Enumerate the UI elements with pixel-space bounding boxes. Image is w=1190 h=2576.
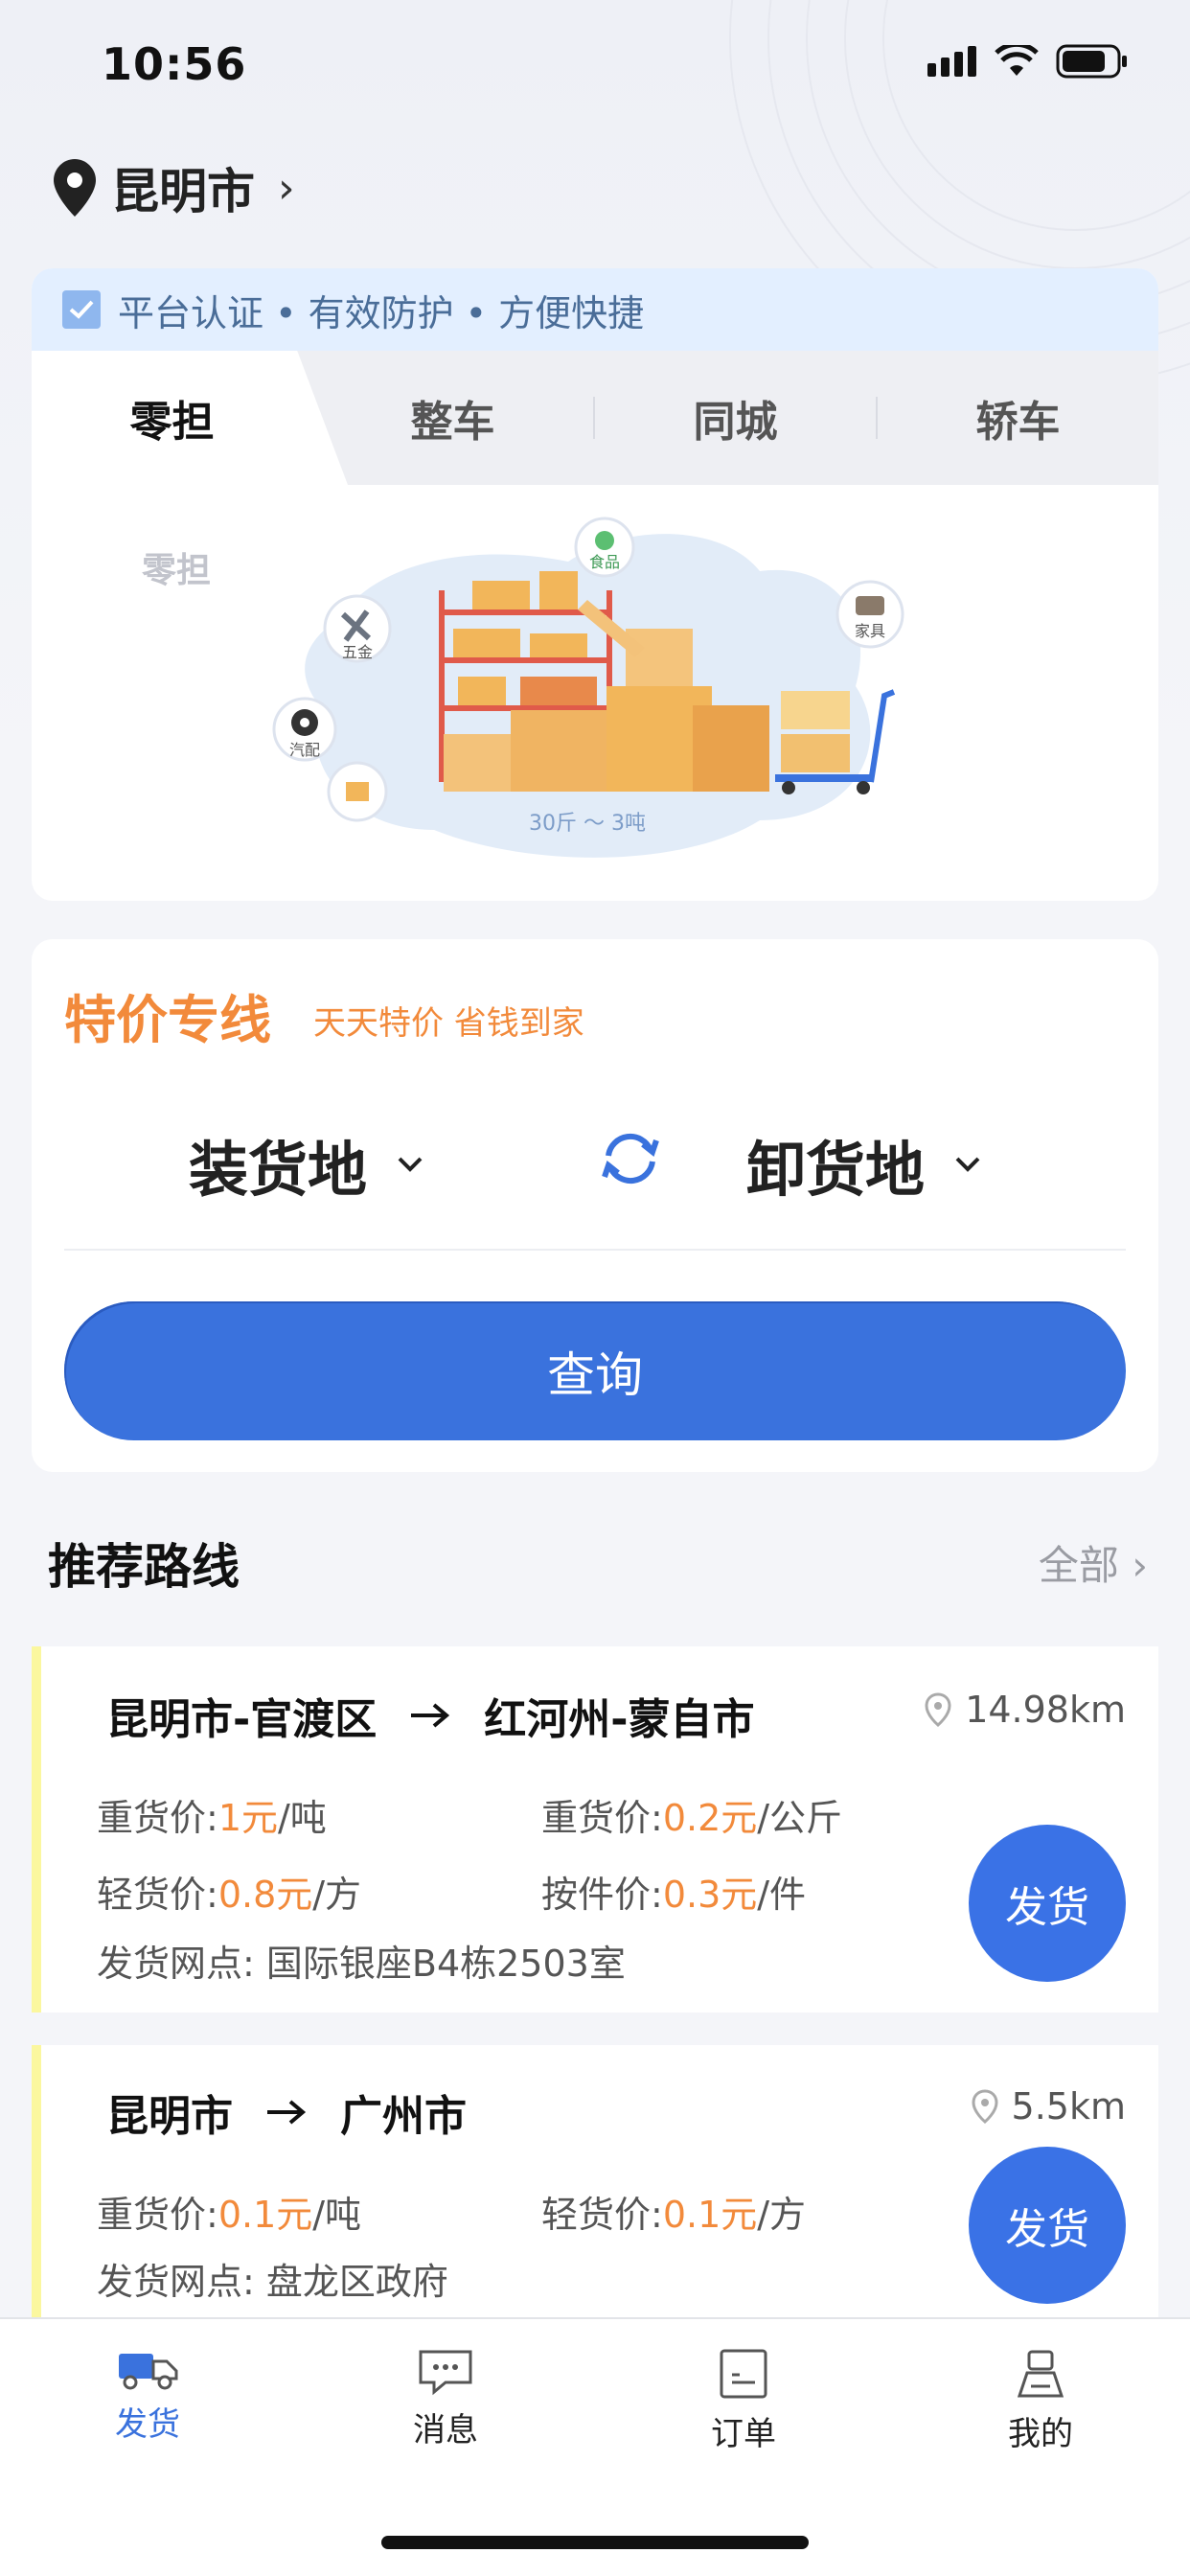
check-icon [62,290,101,329]
route-from: 昆明市-官渡区 [106,1695,378,1744]
tab-ship[interactable]: 发货 [52,2348,243,2445]
status-bar: 10:56 [0,0,1190,125]
certification-text: 平台认证 • 有效防护 • 方便快捷 [118,291,645,334]
tab-full-truck[interactable]: 整车 [312,351,593,485]
chevron-right-icon: › [278,163,295,213]
location-city: 昆明市 [111,164,255,219]
badge-furniture: 家具 [855,622,885,640]
chevron-down-icon [398,1157,423,1172]
tab-same-city[interactable]: 同城 [595,351,876,485]
home-indicator [381,2536,809,2549]
tab-ltl[interactable]: 零担 [32,351,312,485]
destination-picker[interactable]: 卸货地 [746,1121,982,1208]
special-line-card: 特价专线 天天特价 省钱到家 装货地 卸货地 查询 [32,939,1158,1472]
warehouse-illustration: 五金 汽配 食品 家具 30斤 ～ 3吨 [272,517,904,858]
app-screen: 10:56 昆明市 › 平台认证 • 有效防护 • 方便快捷 零担 整车 同城 … [0,0,1190,2576]
status-time: 10:56 [102,38,247,90]
ship-button[interactable]: 发货 [969,1825,1126,1982]
location-pin-icon [972,2089,998,2124]
view-all-link[interactable]: 全部 › [1039,1533,1148,1592]
tab-profile[interactable]: 我的 [945,2348,1136,2454]
hero-label: 零担 [142,551,212,590]
arrow-right-icon [267,2100,307,2125]
chevron-down-icon [955,1157,980,1172]
badge-food: 食品 [589,553,620,571]
price-item: 轻货价:0.1元/方 [541,2194,807,2236]
distance-value: 5.5km [1011,2085,1126,2128]
profile-icon [1017,2350,1064,2398]
route-to: 红河州-蒙自市 [484,1695,755,1744]
badge-hardware: 五金 [342,643,373,661]
swap-icon[interactable] [597,1125,664,1192]
price-item: 轻货价:0.8元/方 [97,1874,362,1916]
arrow-right-icon [411,1703,450,1728]
tab-label: 消息 [413,2411,478,2450]
battery-icon [1056,44,1127,79]
message-icon [419,2350,472,2396]
location-pin-icon [54,159,96,217]
tab-messages[interactable]: 消息 [350,2348,541,2450]
outlet-address: 发货网点: 国际银座B4栋2503室 [97,1943,626,1985]
route-distance: 5.5km [972,2085,1126,2128]
signal-icon [927,46,976,77]
destination-label: 卸货地 [746,1135,926,1205]
origin-picker[interactable]: 装货地 [189,1121,424,1208]
route-card[interactable]: 昆明市-官渡区 红河州-蒙自市 14.98km 重货价:1元/吨 重货价:0.2… [32,1646,1158,2012]
distance-value: 14.98km [965,1689,1126,1731]
badge-auto-parts: 汽配 [289,741,320,759]
tab-label: 发货 [115,2405,180,2444]
route-distance: 14.98km [925,1689,1126,1731]
service-card: 平台认证 • 有效防护 • 方便快捷 零担 整车 同城 轿车 零担 五金 汽配 … [32,268,1158,901]
special-line-subtitle: 天天特价 省钱到家 [313,1004,584,1043]
price-item: 按件价:0.3元/件 [541,1874,807,1916]
weight-range: 30斤 ～ 3吨 [529,812,646,836]
price-item: 重货价:1元/吨 [97,1797,327,1839]
route-title: 昆明市-官渡区 红河州-蒙自市 [106,1685,755,1746]
tab-label: 订单 [711,2415,776,2453]
hero-banner: 零担 五金 汽配 食品 家具 30斤 ～ 3吨 [32,485,1158,901]
tab-car[interactable]: 轿车 [878,351,1158,485]
price-item: 重货价:0.1元/吨 [97,2194,362,2236]
wifi-icon [995,45,1039,76]
truck-icon [119,2354,178,2390]
origin-label: 装货地 [189,1135,368,1205]
status-icons [927,44,1129,79]
location-pin-icon [925,1692,951,1727]
route-selector: 装货地 卸货地 [64,1092,1126,1251]
location-selector[interactable]: 昆明市 › [54,153,295,222]
recommend-title: 推荐路线 [48,1539,240,1595]
service-tabs: 零担 整车 同城 轿车 [32,351,1158,485]
special-line-title: 特价专线 [64,990,271,1050]
outlet-address: 发货网点: 盘龙区政府 [97,2261,448,2303]
route-card[interactable]: 昆明市 广州市 5.5km 重货价:0.1元/吨 轻货价:0.1元/方 发货网点… [32,2045,1158,2333]
route-title: 昆明市 广州市 [106,2082,467,2143]
order-icon [720,2349,767,2399]
route-from: 昆明市 [106,2092,233,2141]
ship-button[interactable]: 发货 [969,2147,1126,2304]
query-button[interactable]: 查询 [64,1301,1126,1440]
route-to: 广州市 [340,2092,467,2141]
certification-bar: 平台认证 • 有效防护 • 方便快捷 [32,268,1158,351]
tab-label: 我的 [1008,2415,1073,2453]
price-item: 重货价:0.2元/公斤 [541,1797,843,1839]
tab-orders[interactable]: 订单 [648,2348,839,2454]
